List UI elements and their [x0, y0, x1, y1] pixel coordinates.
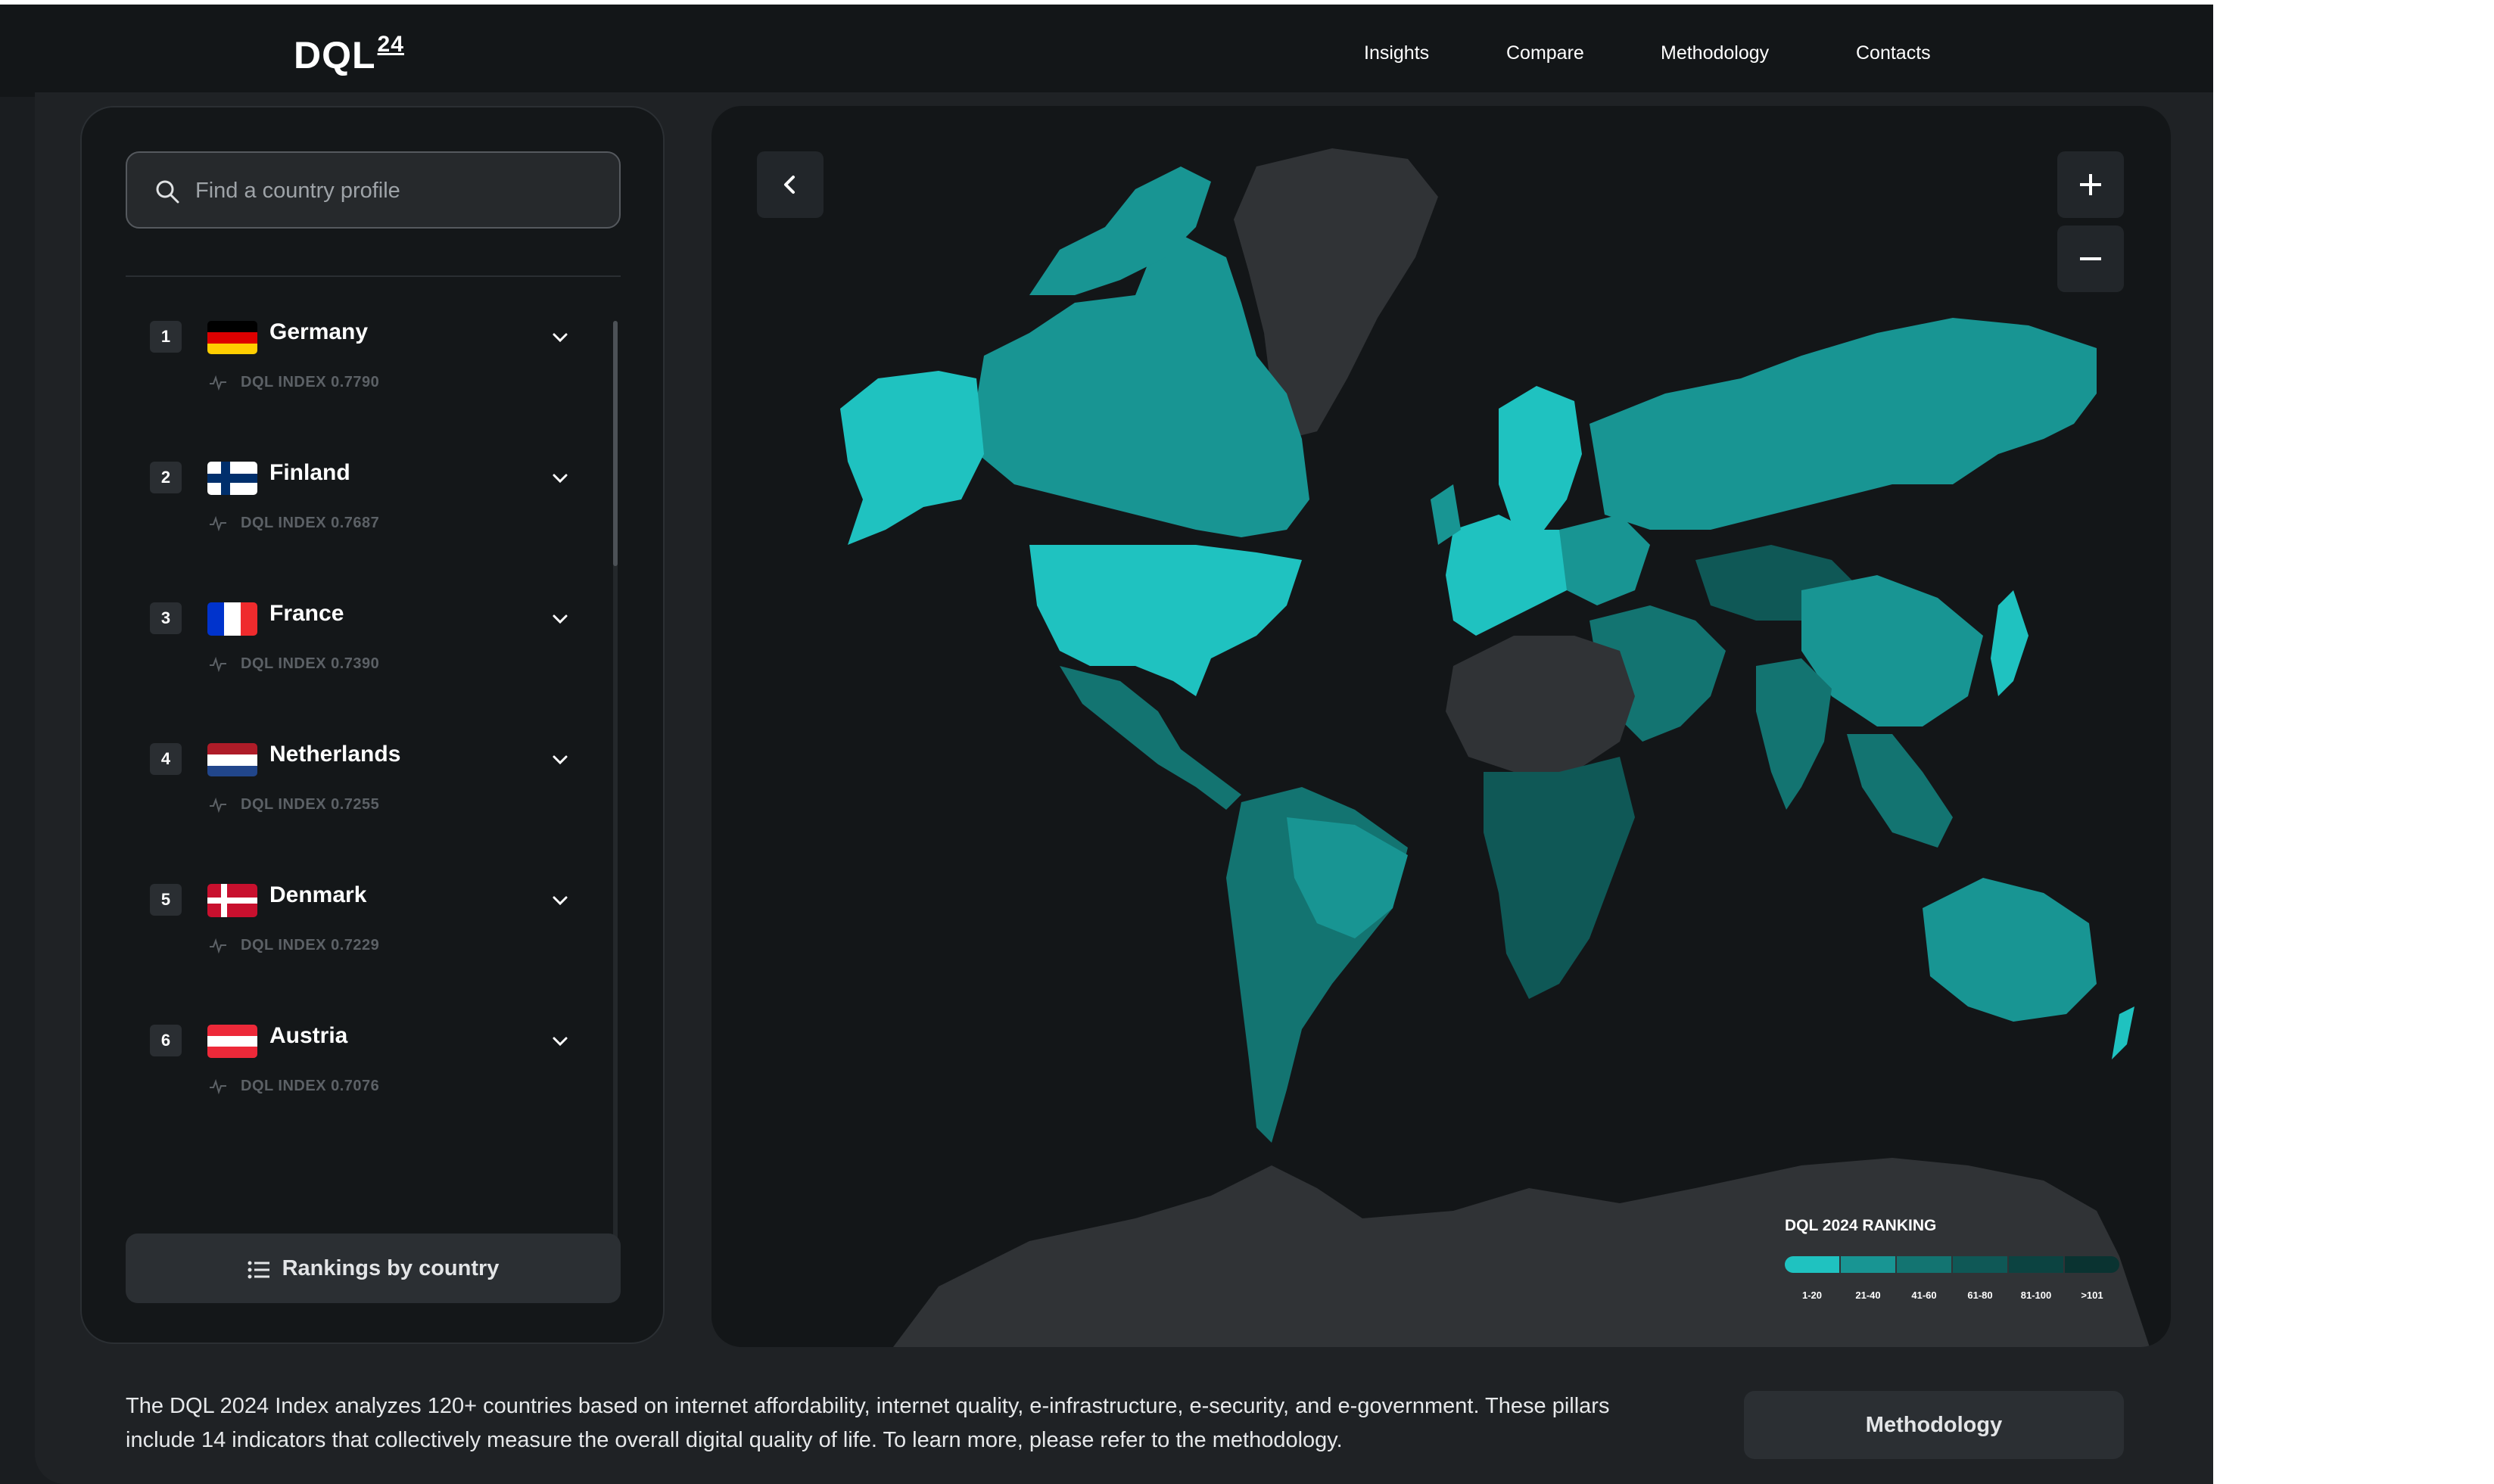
country-name: Austria: [269, 1023, 348, 1048]
country-name: Netherlands: [269, 742, 401, 767]
chevron-down-icon[interactable]: [550, 327, 571, 348]
pulse-icon: [210, 798, 226, 813]
legend-label: 41-60: [1911, 1290, 1937, 1301]
germany-flag-icon: [207, 321, 257, 354]
rank-badge: 2: [150, 462, 182, 493]
denmark-flag-icon: [207, 884, 257, 917]
map-region-scandinavia[interactable]: [1499, 386, 1582, 530]
country-row-austria[interactable]: 6 Austria DQL INDEX 0.7076: [82, 1000, 627, 1141]
map-region-antarctica[interactable]: [893, 1158, 2150, 1347]
map-region-japan[interactable]: [1991, 590, 2029, 696]
rank-badge: 4: [150, 743, 182, 775]
map-region-alaska[interactable]: [840, 371, 984, 545]
netherlands-flag-icon: [207, 743, 257, 776]
scrollbar-thumb[interactable]: [613, 321, 618, 566]
search-box[interactable]: [126, 151, 621, 229]
legend-swatch: [1785, 1256, 1839, 1273]
pulse-icon: [210, 657, 226, 672]
list-icon: [248, 1261, 269, 1279]
legend-label: 81-100: [2020, 1290, 2052, 1301]
country-row-germany[interactable]: 1 Germany DQL INDEX 0.7790: [82, 297, 627, 437]
nav-contacts[interactable]: Contacts: [1856, 42, 1931, 64]
pulse-icon: [210, 1079, 226, 1094]
rank-badge: 5: [150, 884, 182, 916]
country-sidebar: 1 Germany DQL INDEX 0.7790 2 Finland DQL…: [80, 106, 665, 1344]
description-line-2: include 14 indicators that collectively …: [126, 1428, 1343, 1452]
legend-label: 1-20: [1801, 1290, 1823, 1301]
minus-icon: [2080, 257, 2101, 260]
logo[interactable]: DQL24: [294, 32, 404, 77]
country-row-finland[interactable]: 2 Finland DQL INDEX 0.7687: [82, 437, 627, 578]
map-region-africa-north[interactable]: [1446, 636, 1635, 772]
country-name: Finland: [269, 460, 350, 485]
chevron-down-icon[interactable]: [550, 468, 571, 489]
map-region-india[interactable]: [1756, 658, 1832, 810]
chevron-down-icon[interactable]: [550, 890, 571, 911]
pulse-icon: [210, 375, 226, 390]
world-map-panel[interactable]: [711, 106, 2171, 1347]
country-name: France: [269, 601, 344, 626]
map-region-se-asia[interactable]: [1847, 734, 1953, 848]
methodology-button[interactable]: Methodology: [1744, 1391, 2124, 1459]
chevron-down-icon[interactable]: [550, 608, 571, 630]
legend-label: 21-40: [1855, 1290, 1881, 1301]
legend-swatch: [2009, 1256, 2063, 1273]
rankings-by-country-button[interactable]: Rankings by country: [126, 1234, 621, 1303]
search-icon: [156, 180, 179, 204]
divider: [126, 275, 621, 277]
chevron-down-icon[interactable]: [550, 749, 571, 770]
country-list: 1 Germany DQL INDEX 0.7790 2 Finland DQL…: [82, 297, 612, 1280]
rank-badge: 6: [150, 1025, 182, 1056]
country-row-france[interactable]: 3 France DQL INDEX 0.7390: [82, 578, 627, 719]
map-region-mexico[interactable]: [1060, 666, 1241, 810]
map-region-europe-east[interactable]: [1559, 515, 1650, 605]
rankings-button-label: Rankings by country: [282, 1256, 500, 1280]
legend-swatch: [1897, 1256, 1951, 1273]
country-name: Denmark: [269, 882, 367, 907]
legend-title: DQL 2024 RANKING: [1785, 1217, 1937, 1234]
country-name: Germany: [269, 319, 369, 344]
description-line-1: The DQL 2024 Index analyzes 120+ countri…: [126, 1394, 1610, 1418]
list-scrollbar[interactable]: [613, 321, 618, 1297]
zoom-in-button[interactable]: [2057, 151, 2124, 218]
zoom-out-button[interactable]: [2057, 226, 2124, 292]
map-region-new-zealand[interactable]: [2112, 1006, 2134, 1059]
country-row-netherlands[interactable]: 4 Netherlands DQL INDEX 0.7255: [82, 719, 627, 860]
chevron-down-icon[interactable]: [550, 1031, 571, 1052]
legend-label: 61-80: [1967, 1290, 1993, 1301]
legend-swatch: [1953, 1256, 2007, 1273]
legend-label: >101: [2081, 1290, 2103, 1301]
top-navbar: DQL24 Insights Compare Methodology Conta…: [0, 5, 2213, 97]
chevron-left-icon: [784, 176, 795, 194]
back-button[interactable]: [757, 151, 824, 218]
legend-swatch: [1841, 1256, 1895, 1273]
search-input[interactable]: [194, 154, 606, 227]
index-description: The DQL 2024 Index analyzes 120+ countri…: [126, 1389, 1685, 1458]
dql-index: DQL INDEX 0.7076: [241, 1078, 380, 1094]
country-row-denmark[interactable]: 5 Denmark DQL INDEX 0.7229: [82, 860, 627, 1000]
map-region-africa-south[interactable]: [1484, 757, 1635, 999]
nav-insights[interactable]: Insights: [1364, 42, 1429, 64]
dql-index: DQL INDEX 0.7687: [241, 515, 380, 531]
dql-index: DQL INDEX 0.7255: [241, 796, 380, 813]
map-region-australia[interactable]: [1923, 878, 2097, 1022]
map-region-russia[interactable]: [1589, 318, 2097, 530]
pulse-icon: [210, 516, 226, 531]
rank-badge: 1: [150, 321, 182, 353]
dql-index: DQL INDEX 0.7790: [241, 374, 380, 390]
finland-flag-icon: [207, 462, 257, 495]
legend-swatch: [2065, 1256, 2119, 1273]
dql-index: DQL INDEX 0.7390: [241, 655, 380, 672]
nav-compare[interactable]: Compare: [1506, 42, 1584, 64]
world-map[interactable]: [711, 106, 2171, 1347]
dql-index: DQL INDEX 0.7229: [241, 937, 380, 954]
pulse-icon: [210, 938, 226, 954]
austria-flag-icon: [207, 1025, 257, 1058]
rank-badge: 3: [150, 602, 182, 634]
france-flag-icon: [207, 602, 257, 636]
nav-methodology[interactable]: Methodology: [1661, 42, 1769, 64]
plus-icon: [2080, 174, 2101, 195]
